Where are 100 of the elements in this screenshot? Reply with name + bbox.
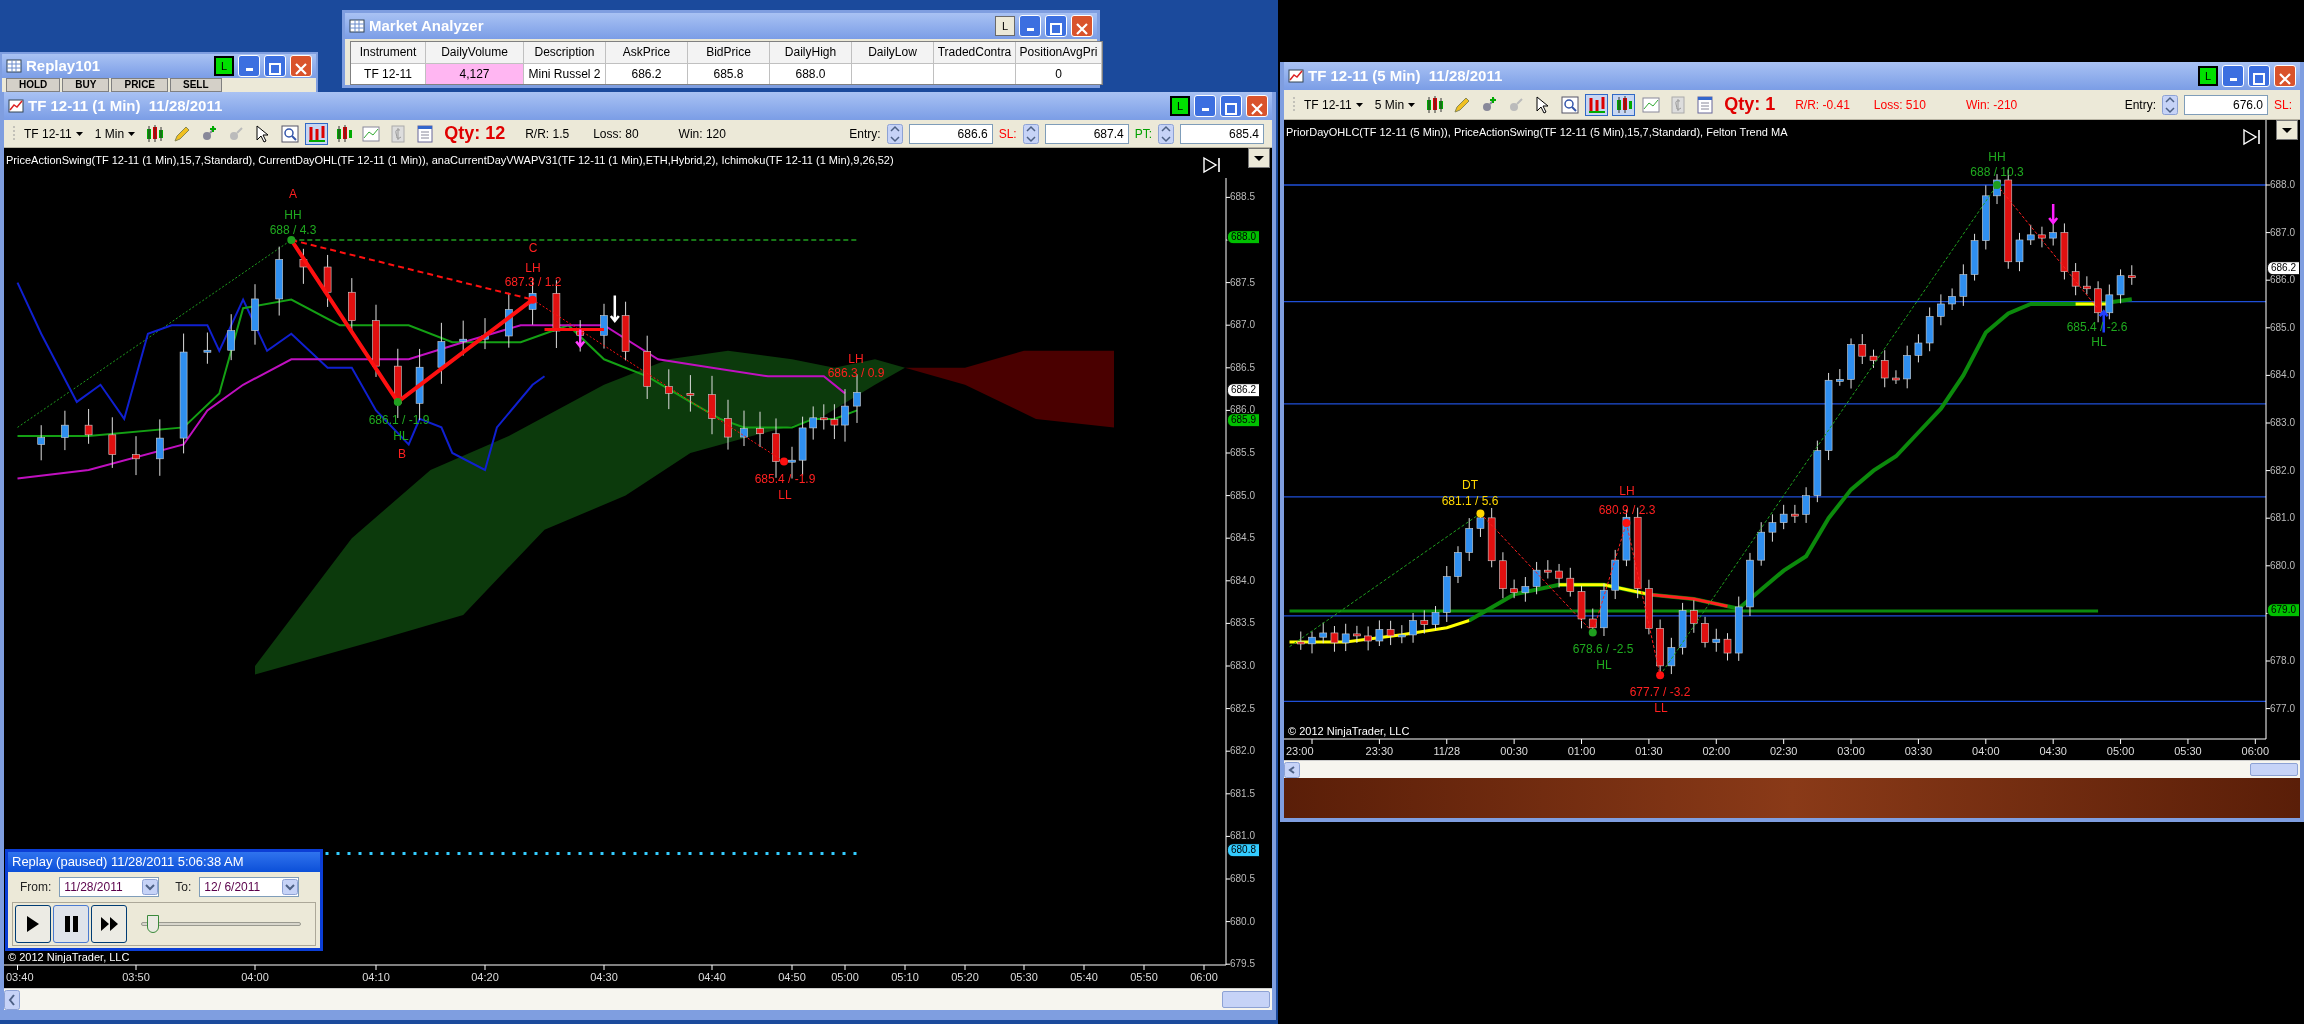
- swing-label: LH: [1619, 485, 1635, 497]
- link-button[interactable]: L: [214, 56, 234, 76]
- axis-label: 681.0: [1230, 831, 1256, 842]
- date-picker[interactable]: 11/28/2011: [59, 877, 160, 897]
- stat-label: Loss: 80: [593, 125, 639, 143]
- swing-label: HL: [1596, 659, 1612, 671]
- axis-label: 687.5: [1230, 277, 1256, 288]
- swing-label: 688 / 10.3: [1970, 166, 2024, 178]
- indicator-list: PriorDayOHLC(TF 12-11 (5 Min)), PriceActionSwing(TF 12-11 (5 Min),15,7,Standard), Felton Trend MA: [1286, 124, 1788, 141]
- axis-label: 677.0: [2270, 703, 2296, 714]
- swing-label: 685.4 / -1.9: [754, 473, 816, 485]
- column-header: BUY: [62, 78, 110, 92]
- swing-label: LH: [848, 353, 864, 365]
- axis-label: 05:00: [831, 972, 859, 983]
- axis-label: 686.0: [1230, 405, 1256, 416]
- dropdown-button[interactable]: 5 Min: [1370, 95, 1420, 114]
- axis-label: 681.5: [1230, 788, 1256, 799]
- swing-label: HL: [2091, 336, 2107, 348]
- swing-label: LL: [1654, 702, 1668, 714]
- entry-field[interactable]: 676.0: [2184, 94, 2268, 115]
- copyright-notice: © 2012 NinjaTrader, LLC: [1288, 726, 1410, 737]
- indicator-list: PriceActionSwing(TF 12-11 (1 Min),15,7,Standard), CurrentDayOHL(TF 12-11 (1 Min)), anaCurrentDayVWAPV31(TF 12-11 (1 Min),ETH,Hybrid,2), Ichimoku(TF 12-11 (1 Min),9,26,52): [6, 152, 894, 169]
- axis-label: 04:10: [362, 972, 390, 983]
- price-tag: 680.8: [1227, 843, 1261, 858]
- axis-label: 684.5: [1230, 533, 1256, 544]
- axis-label: 02:30: [1769, 746, 1798, 757]
- axis-label: 01:30: [1635, 746, 1663, 757]
- axis-label: 05:20: [951, 972, 979, 983]
- axis-label: 01:00: [1567, 746, 1596, 757]
- axis-label: 06:00: [1190, 972, 1218, 983]
- field-label: SL:: [998, 125, 1017, 143]
- axis-label: 05:10: [891, 972, 919, 983]
- axis-label: 685.5: [1230, 448, 1256, 458]
- swing-label: LL: [778, 489, 792, 501]
- column-header[interactable]: PositionAvgPri: [1016, 42, 1102, 64]
- axis-label: 682.0: [2270, 465, 2296, 476]
- column-header: PRICE: [111, 78, 169, 92]
- dropdown-button[interactable]: 1 Min: [90, 124, 140, 143]
- date-picker[interactable]: 12/ 6/2011: [199, 877, 300, 897]
- column-header[interactable]: BidPrice: [688, 42, 770, 64]
- axis-label: 04:00: [1972, 746, 2000, 757]
- window-title: TF 12-11 (1 Min) 11/28/2011: [28, 95, 223, 116]
- column-header[interactable]: TradedContra: [934, 42, 1016, 64]
- axis-label: 684.0: [2270, 370, 2296, 381]
- column-header[interactable]: DailyHigh: [770, 42, 852, 64]
- entry-field[interactable]: 686.6: [908, 123, 993, 144]
- axis-label: 680.0: [1230, 916, 1256, 927]
- axis-label: 685.0: [1230, 490, 1256, 501]
- axis-label: 688.0: [2270, 180, 2296, 190]
- axis-label: 05:30: [2174, 746, 2202, 757]
- column-header[interactable]: DailyLow: [852, 42, 934, 64]
- axis-label: 686.0: [2270, 275, 2296, 286]
- link-button[interactable]: L: [995, 16, 1015, 36]
- swing-label: 680.9 / 2.3: [1598, 504, 1656, 516]
- swing-label: 681.1 / 5.6: [1441, 495, 1499, 507]
- link-button[interactable]: L: [1170, 96, 1190, 116]
- stat-label: R/R: -0.41: [1795, 96, 1850, 114]
- axis-label: 682.5: [1230, 703, 1256, 714]
- axis-label: 04:50: [778, 972, 806, 983]
- axis-label: 04:20: [471, 972, 499, 983]
- column-header[interactable]: DailyVolume: [426, 42, 524, 64]
- axis-label: 683.0: [1230, 661, 1256, 671]
- price-tag: 686.2: [1227, 383, 1261, 398]
- dropdown-button[interactable]: TF 12-11: [20, 124, 87, 143]
- axis-label: 683.0: [2270, 418, 2296, 428]
- column-header[interactable]: Description: [524, 42, 606, 64]
- field-label: Entry:: [2124, 96, 2156, 114]
- link-button[interactable]: L: [2198, 66, 2218, 86]
- swing-label: HH: [1988, 151, 2006, 163]
- swing-label: 677.7 / -3.2: [1629, 686, 1691, 698]
- swing-label: DT: [1462, 479, 1478, 491]
- price-tag: 685.9: [1227, 413, 1261, 428]
- column-header[interactable]: AskPrice: [606, 42, 688, 64]
- axis-label: 02:00: [1702, 746, 1731, 757]
- axis-label: 04:30: [590, 972, 618, 983]
- copyright-notice: © 2012 NinjaTrader, LLC: [8, 952, 130, 963]
- swing-label: 688 / 4.3: [269, 224, 317, 236]
- field-label: From:: [20, 879, 52, 896]
- field-label: SL:: [2274, 96, 2292, 114]
- window-title: TF 12-11 (5 Min) 11/28/2011: [1308, 65, 1503, 86]
- column-header[interactable]: Instrument: [351, 42, 426, 64]
- axis-label: 11/28: [1433, 746, 1461, 757]
- field-label: Entry:: [849, 125, 881, 143]
- axis-label: 683.5: [1230, 618, 1256, 629]
- entry-field[interactable]: 687.4: [1044, 123, 1129, 144]
- axis-label: 05:30: [1010, 972, 1038, 983]
- stat-label: R/R: 1.5: [525, 125, 570, 143]
- entry-field[interactable]: 685.4: [1180, 123, 1264, 144]
- swing-label: B: [398, 448, 406, 460]
- table-cell: 4,127: [426, 63, 524, 84]
- column-header: HOLD: [6, 78, 61, 92]
- field-label: To:: [175, 879, 192, 896]
- axis-label: 688.5: [1230, 192, 1256, 203]
- axis-label: 05:40: [1070, 972, 1098, 983]
- dropdown-button[interactable]: TF 12-11: [1300, 95, 1367, 114]
- axis-label: 687.0: [2270, 227, 2296, 238]
- axis-label: 23:30: [1365, 746, 1394, 757]
- axis-label: 680.5: [1230, 874, 1256, 884]
- axis-label: 04:30: [2039, 746, 2067, 757]
- axis-label: 687.0: [1230, 320, 1256, 331]
